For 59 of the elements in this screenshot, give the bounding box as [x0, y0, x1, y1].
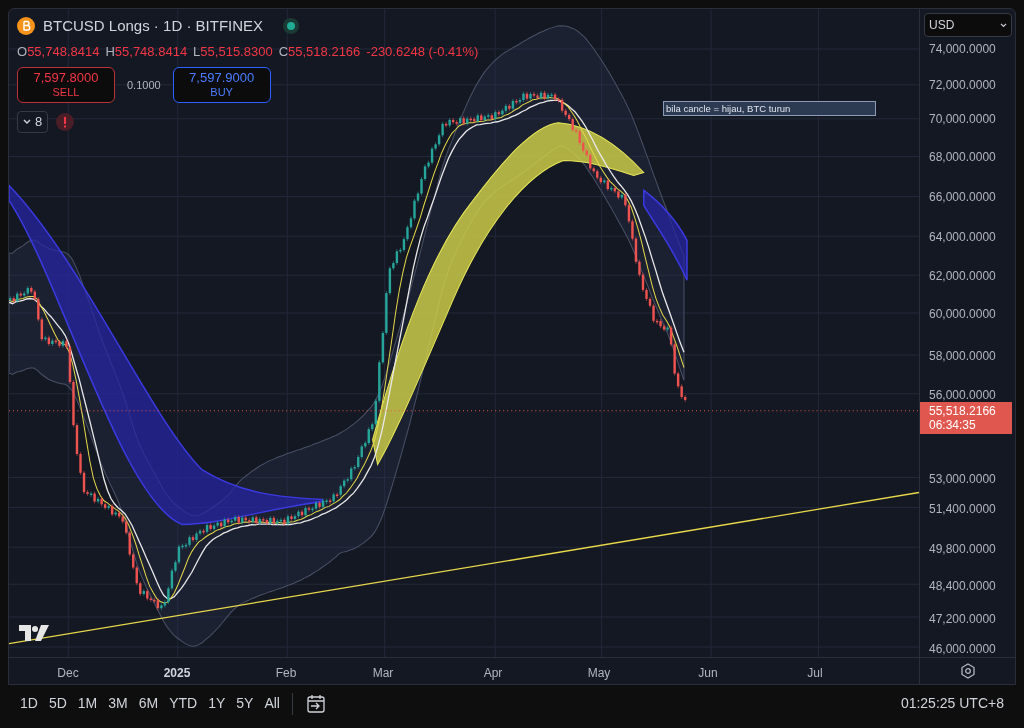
price-axis-label: 51,400.0000 — [929, 503, 996, 515]
price-axis-label: 56,000.0000 — [929, 389, 996, 401]
range-button[interactable]: All — [264, 693, 280, 714]
time-axis-label: Jul — [807, 665, 823, 682]
note-label: bila cancle = hijau, BTC turun — [663, 101, 876, 116]
symbol-title: BTCUSD Longs · 1D · BITFINEX — [43, 16, 264, 36]
range-button[interactable]: 1D — [20, 693, 38, 714]
spread-value: 0.1000 — [127, 77, 161, 93]
ohlc-value: 55,748.8414 — [114, 42, 188, 61]
ohlc-value: 55,748.8414 — [27, 42, 100, 61]
ohlc-label: O — [17, 42, 28, 61]
price-axis-label: 68,000.0000 — [929, 151, 996, 163]
ohlc-label: C — [278, 42, 289, 61]
range-button[interactable]: 3M — [108, 693, 128, 714]
buy-button[interactable]: 7,597.9000 BUY — [172, 67, 271, 103]
range-button[interactable]: 5D — [48, 693, 67, 714]
range-button[interactable]: 5Y — [236, 693, 254, 714]
ohlc-label: H — [105, 42, 115, 61]
time-axis-label: Dec — [57, 665, 79, 682]
logo-icon — [19, 625, 49, 641]
chevron-down-icon — [23, 119, 31, 125]
sell-button[interactable]: 7,597.8000 SELL — [17, 67, 115, 103]
indicators-toggle[interactable]: 8 — [17, 111, 49, 133]
time-axis-label: 2025 — [163, 665, 191, 682]
price-axis-label: 47,200.0000 — [929, 613, 996, 625]
range-button[interactable]: 1Y — [208, 693, 226, 714]
time-axis-label: Feb — [275, 665, 297, 682]
time-axis-label: Jun — [698, 665, 718, 682]
range-button[interactable]: 1M — [77, 693, 98, 714]
ohlc-value: 55,518.2166 — [288, 42, 361, 61]
currency-dropdown[interactable]: USD — [924, 13, 1012, 37]
price-axis-label: 62,000.0000 — [929, 270, 996, 282]
price-axis-label: 72,000.0000 — [929, 79, 996, 91]
price-axis-label: 74,000.0000 — [929, 43, 996, 55]
price-axis-label: 70,000.0000 — [929, 113, 996, 125]
range-button[interactable]: YTD — [169, 693, 198, 714]
status-dot-icon — [283, 18, 300, 35]
price-axis-label: 46,000.0000 — [929, 643, 996, 655]
last-price-tag: 55,518.2166 06:34:35 — [920, 402, 1012, 434]
time-axis-label: May — [587, 665, 611, 682]
range-button[interactable]: 6M — [138, 693, 159, 714]
time-axis-label: Apr — [483, 665, 503, 682]
ohlc-value: 55,515.8300 — [200, 42, 273, 61]
ohlc-label: L — [193, 42, 201, 61]
chevron-down-icon — [1000, 22, 1007, 28]
price-axis-label: 64,000.0000 — [929, 231, 996, 243]
price-axis-label: 66,000.0000 — [929, 191, 996, 203]
alert-icon[interactable] — [56, 113, 75, 131]
price-axis-label: 49,800.0000 — [929, 543, 996, 555]
settings-icon[interactable] — [959, 663, 976, 679]
price-axis-label: 58,000.0000 — [929, 350, 996, 362]
price-change: -230.6248 (-0.41%) — [366, 42, 479, 61]
price-axis-label: 53,000.0000 — [929, 473, 996, 485]
calendar-icon[interactable] — [305, 692, 327, 715]
bitcoin-icon — [17, 17, 35, 36]
price-axis-label: 60,000.0000 — [929, 308, 996, 320]
clock-text: 01:25:25 UTC+8 — [900, 694, 1004, 713]
price-axis-label: 48,400.0000 — [929, 580, 996, 592]
time-axis-label: Mar — [372, 665, 394, 682]
